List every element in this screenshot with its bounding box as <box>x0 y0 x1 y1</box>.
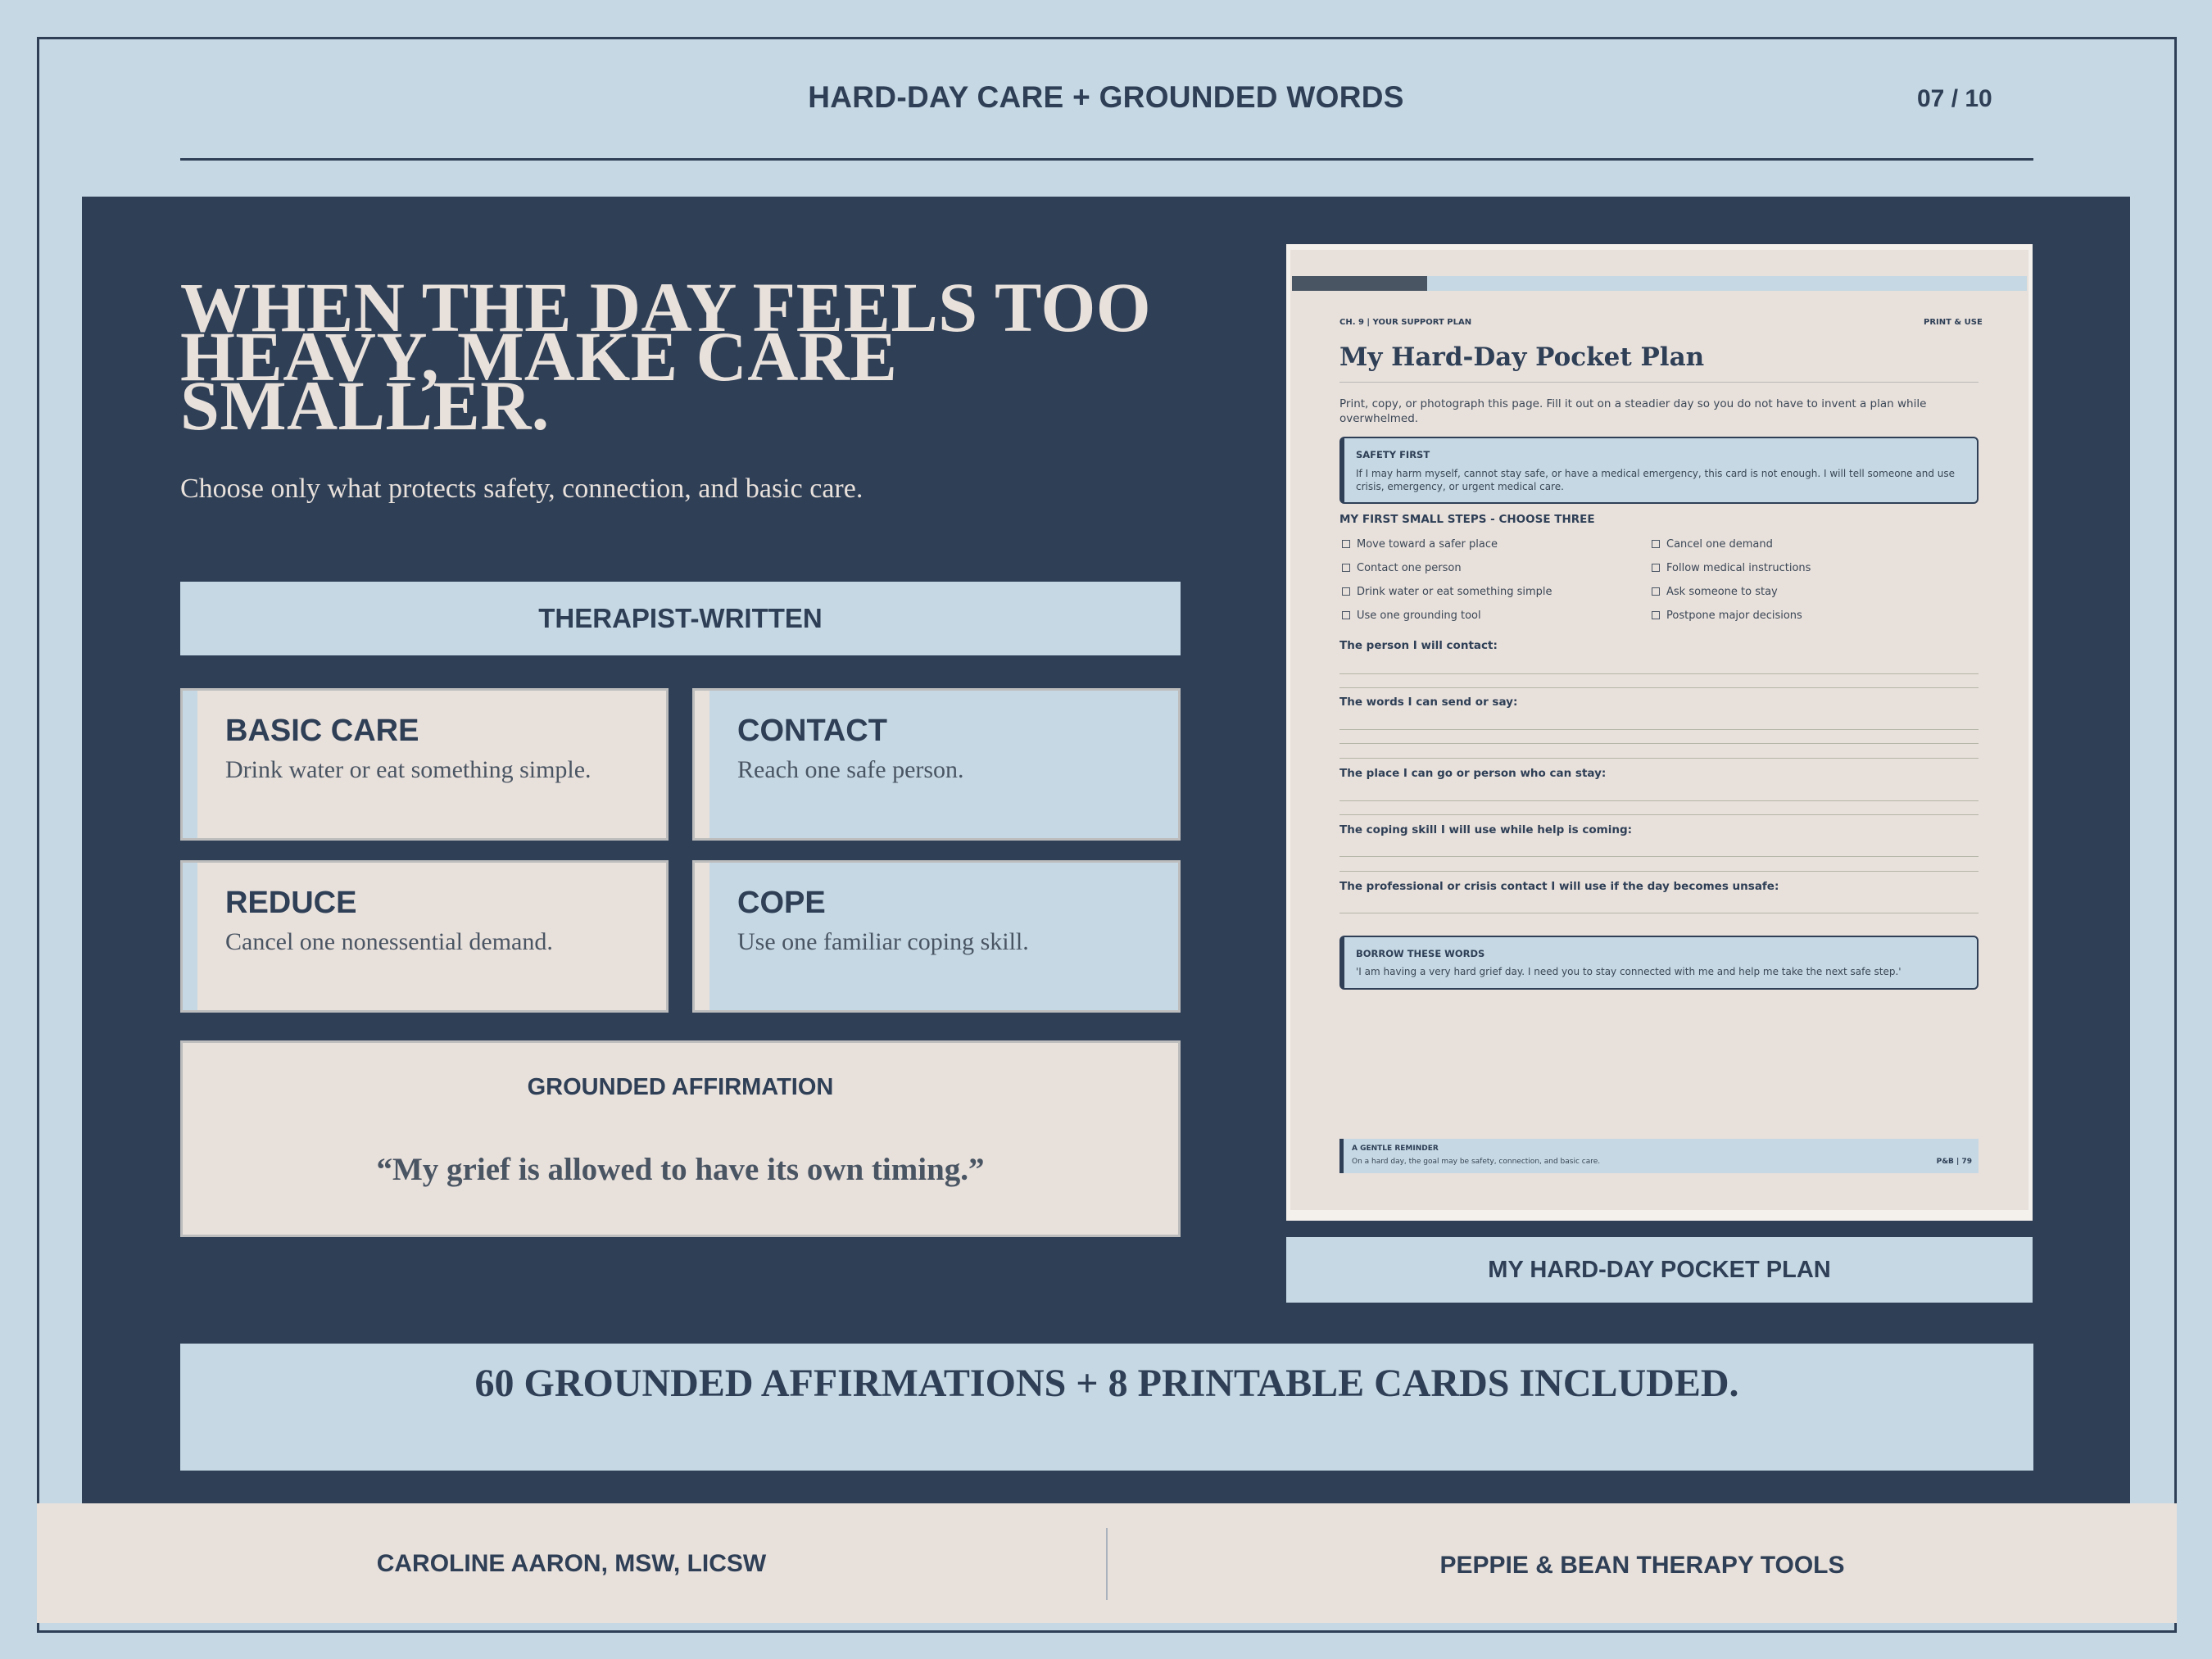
footer: CAROLINE AARON, MSW, LICSW PEPPIE & BEAN… <box>37 1503 2177 1623</box>
doc-kicker: CH. 9 | YOUR SUPPORT PLAN <box>1339 318 1472 327</box>
card-stripe <box>695 863 709 1010</box>
promo-text: 60 GROUNDED AFFIRMATIONS + 8 PRINTABLE C… <box>474 1362 1739 1405</box>
affirmation-label: GROUNDED AFFIRMATION <box>527 1074 834 1100</box>
doc-intro: Print, copy, or photograph this page. Fi… <box>1339 397 1927 425</box>
doc-title-rule <box>1339 382 1979 383</box>
doc-step-item: Cancel one demand <box>1652 538 1773 551</box>
checkbox-icon <box>1652 587 1660 596</box>
doc-step-item: Postpone major decisions <box>1652 610 1802 622</box>
page-number: 07 / 10 <box>1917 85 1992 112</box>
doc-safety-text: If I may harm myself, cannot stay safe, … <box>1356 468 1955 492</box>
doc-print-label: PRINT & USE <box>1924 318 1983 327</box>
doc-write-line <box>1339 758 1979 759</box>
doc-safety-title: SAFETY FIRST <box>1356 449 1430 460</box>
card-text: Reach one safe person. <box>737 756 964 783</box>
doc-prompt: The place I can go or person who can sta… <box>1339 767 1607 780</box>
card-text: Use one familiar coping skill. <box>737 928 1029 955</box>
card-text: Cancel one nonessential demand. <box>225 928 553 955</box>
doc-write-line <box>1339 871 1979 872</box>
card-cope: COPE Use one familiar coping skill. <box>692 860 1181 1013</box>
card-title: COPE <box>737 886 826 920</box>
checkbox-icon <box>1342 587 1350 596</box>
card-contact: CONTACT Reach one safe person. <box>692 688 1181 841</box>
header-title: HARD-DAY CARE + GROUNDED WORDS <box>808 80 1404 114</box>
doc-write-line <box>1339 814 1979 815</box>
headline: WHEN THE DAY FEELS TOO HEAVY, MAKE CARE … <box>180 268 1152 445</box>
grounded-affirmation-box: GROUNDED AFFIRMATION “My grief is allowe… <box>180 1040 1181 1237</box>
checkbox-icon <box>1342 611 1350 619</box>
promo-band: 60 GROUNDED AFFIRMATIONS + 8 PRINTABLE C… <box>180 1344 2033 1471</box>
doc-write-line <box>1339 743 1979 744</box>
doc-write-line <box>1339 673 1979 674</box>
doc-prompt: The professional or crisis contact I wil… <box>1339 880 1779 893</box>
doc-prompt: The coping skill I will use while help i… <box>1339 823 1633 836</box>
doc-reminder-page: P&B | 79 <box>1936 1158 1972 1166</box>
card-stripe <box>183 691 197 838</box>
subheadline: Choose only what protects safety, connec… <box>180 474 863 504</box>
doc-safety-box: SAFETY FIRST If I may harm myself, canno… <box>1339 437 1979 504</box>
doc-prompt: The person I will contact: <box>1339 639 1498 652</box>
doc-borrow-title: BORROW THESE WORDS <box>1356 948 1485 959</box>
doc-reminder-title: A GENTLE REMINDER <box>1352 1145 1439 1153</box>
pocket-plan-caption: MY HARD-DAY POCKET PLAN <box>1286 1237 2033 1303</box>
footer-brand: PEPPIE & BEAN THERAPY TOOLS <box>1439 1552 1845 1579</box>
doc-reminder: A GENTLE REMINDER On a hard day, the goa… <box>1339 1139 1979 1173</box>
therapist-written-band: THERAPIST-WRITTEN <box>180 582 1181 655</box>
checkbox-icon <box>1652 564 1660 572</box>
document-preview-page <box>1290 250 2028 1210</box>
doc-progress-fill <box>1292 276 1427 291</box>
header-divider <box>180 158 2033 161</box>
doc-borrow-box: BORROW THESE WORDS 'I am having a very h… <box>1339 936 1979 990</box>
checkbox-icon <box>1342 564 1350 572</box>
checkbox-icon <box>1652 540 1660 548</box>
card-stripe <box>695 691 709 838</box>
footer-author: CAROLINE AARON, MSW, LICSW <box>376 1550 767 1577</box>
doc-write-line <box>1339 687 1979 688</box>
affirmation-quote: “My grief is allowed to have its own tim… <box>376 1152 985 1187</box>
card-stripe <box>183 863 197 1010</box>
doc-step-item: Follow medical instructions <box>1652 562 1811 574</box>
doc-steps-title: MY FIRST SMALL STEPS - CHOOSE THREE <box>1339 513 1595 526</box>
doc-reminder-text: On a hard day, the goal may be safety, c… <box>1352 1158 1601 1166</box>
doc-step-item: Contact one person <box>1342 562 1462 574</box>
doc-step-item: Move toward a safer place <box>1342 538 1498 551</box>
doc-write-line <box>1339 856 1979 857</box>
card-title: CONTACT <box>737 714 887 748</box>
card-text: Drink water or eat something simple. <box>225 756 592 783</box>
doc-write-line <box>1339 800 1979 801</box>
checkbox-icon <box>1652 611 1660 619</box>
doc-prompt: The words I can send or say: <box>1339 696 1518 709</box>
doc-progress-track <box>1427 276 2027 291</box>
doc-step-item: Ask someone to stay <box>1652 586 1778 598</box>
doc-step-item: Use one grounding tool <box>1342 610 1481 622</box>
card-title: BASIC CARE <box>225 714 419 748</box>
doc-write-line <box>1339 729 1979 730</box>
doc-step-item: Drink water or eat something simple <box>1342 586 1552 598</box>
card-basic-care: BASIC CARE Drink water or eat something … <box>180 688 669 841</box>
card-reduce: REDUCE Cancel one nonessential demand. <box>180 860 669 1013</box>
doc-title: My Hard-Day Pocket Plan <box>1339 342 1705 372</box>
checkbox-icon <box>1342 540 1350 548</box>
card-title: REDUCE <box>225 886 357 920</box>
doc-borrow-text: 'I am having a very hard grief day. I ne… <box>1356 966 1902 977</box>
